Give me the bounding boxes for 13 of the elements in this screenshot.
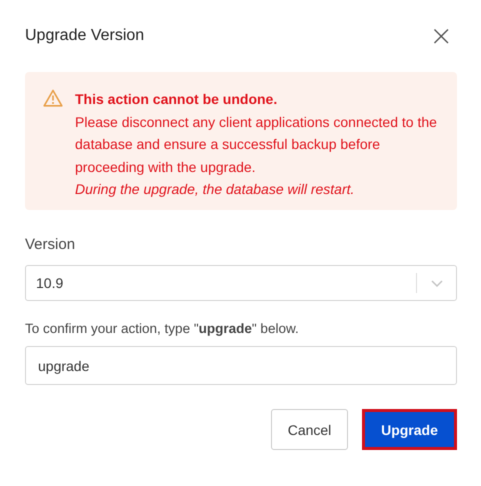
version-label: Version	[25, 236, 76, 253]
close-button[interactable]: ×	[426, 22, 457, 50]
alert-title: This action cannot be undone.	[75, 90, 278, 109]
upgrade-button[interactable]: Upgrade	[362, 409, 457, 450]
confirm-input-field[interactable]: upgrade	[25, 346, 457, 385]
confirm-instruction: To confirm your action, type "upgrade" below.	[25, 321, 300, 336]
alert-note: During the upgrade, the database will restart.	[75, 180, 356, 199]
alert-message: Please disconnect any client applications connected to the database and ensure a successful backup before proceeding with the upgrade.	[75, 112, 438, 177]
dialog-title: Upgrade Version	[25, 27, 144, 45]
cancel-button[interactable]: Cancel	[271, 409, 348, 450]
chevron-down-icon	[430, 278, 444, 288]
warning-icon	[43, 89, 63, 107]
version-select[interactable]: 10.9	[25, 265, 457, 301]
